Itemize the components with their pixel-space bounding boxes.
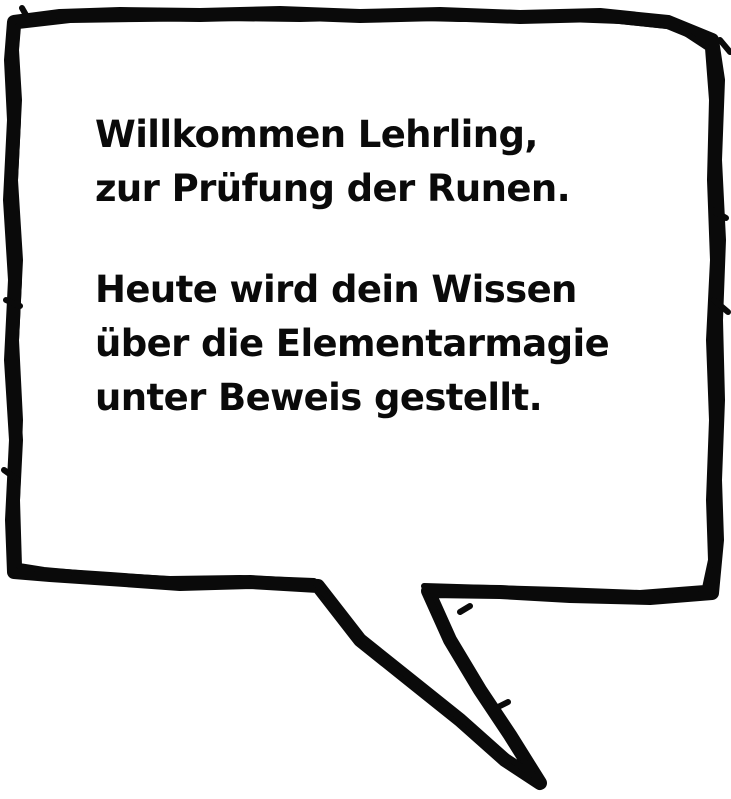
message-paragraph: Heute wird dein Wissen über die Elementa… [95,263,695,425]
message-line: über die Elementarmagie [95,322,610,365]
greeting-line: zur Prüfung der Runen. [95,167,571,210]
bubble-text: Willkommen Lehrling, zur Prüfung der Run… [95,108,695,425]
greeting-line: Willkommen Lehrling, [95,113,538,156]
message-line: unter Beweis gestellt. [95,376,543,419]
message-line: Heute wird dein Wissen [95,268,577,311]
greeting-paragraph: Willkommen Lehrling, zur Prüfung der Run… [95,108,695,216]
